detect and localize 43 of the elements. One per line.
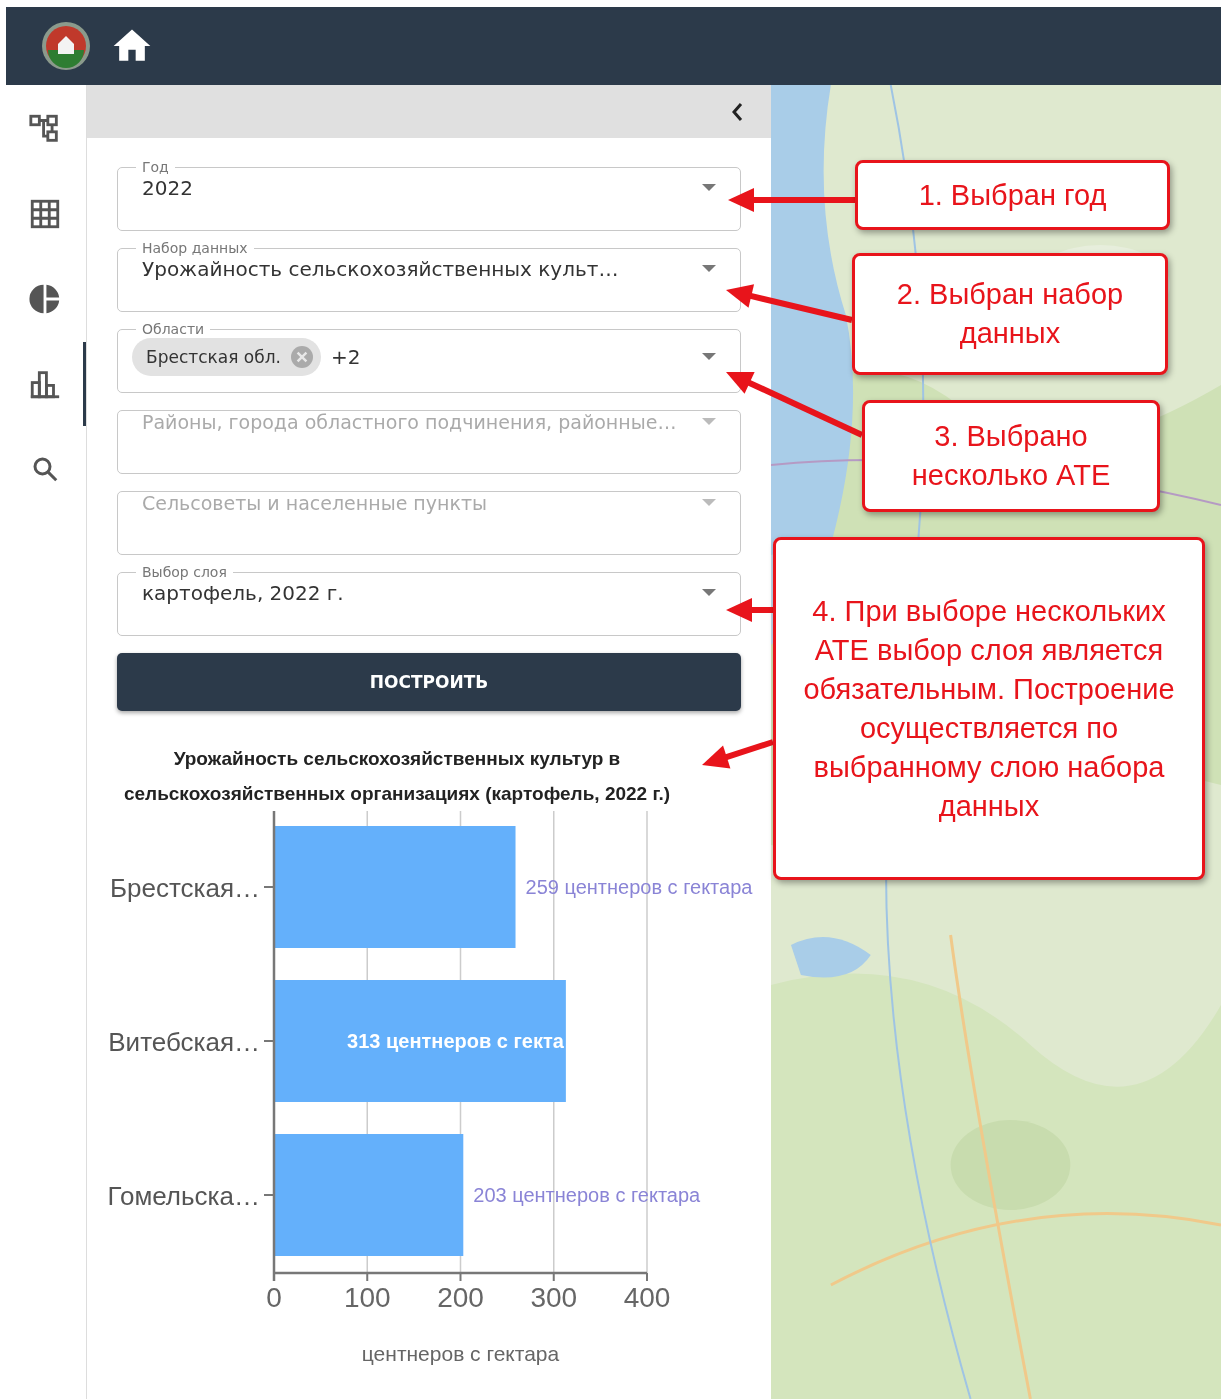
- tick-label: 100: [343, 1282, 391, 1313]
- tick-label: 300: [530, 1282, 578, 1313]
- tick-label: 200: [437, 1282, 484, 1313]
- region-chip[interactable]: Брестская обл.: [132, 338, 321, 376]
- field-value: Урожайность сельскохозяйственных культ…: [142, 257, 619, 281]
- tick-label: 0: [266, 1282, 282, 1313]
- select-field[interactable]: Выбор слоя картофель, 2022 г.: [117, 563, 741, 636]
- tick-label: 400: [623, 1282, 671, 1313]
- field-value: 2022: [142, 176, 193, 200]
- callout: 2. Выбран набор данных: [852, 253, 1168, 375]
- build-button[interactable]: ПОСТРОИТЬ: [117, 653, 741, 711]
- field-placeholder: Сельсоветы и населенные пункты: [142, 492, 487, 514]
- value-label: 313 центнеров с гекта: [347, 1030, 564, 1052]
- select-field[interactable]: Области Брестская обл. +2: [117, 320, 741, 393]
- collapse-icon[interactable]: [731, 101, 743, 122]
- dropdown-caret-icon: [702, 265, 716, 273]
- field-label: Области: [141, 320, 206, 338]
- value-label: 203 центнеров с гектара: [473, 1184, 701, 1206]
- arrow: [726, 598, 773, 622]
- field-placeholder: Районы, города областного подчинения, районные…: [142, 411, 677, 433]
- dropdown-caret-icon: [702, 353, 716, 361]
- field-label: Выбор слоя: [141, 563, 228, 581]
- dropdown-caret-icon: [702, 499, 716, 507]
- callout: 3. Выбрано несколько АТЕ: [862, 400, 1160, 512]
- chart-title: Урожайность сельскохозяйственных культур в сельскохозяйственных организациях (картофель, 2022 г.): [122, 747, 672, 806]
- field-label: Год: [141, 158, 170, 176]
- category-label: Гомельска…: [107, 1181, 260, 1211]
- more-count: +2: [331, 345, 361, 369]
- select-field[interactable]: Набор данных Урожайность сельскохозяйственных культ…: [117, 239, 741, 312]
- pie-chart-icon: [27, 282, 62, 316]
- dropdown-caret-icon: [702, 589, 716, 597]
- field-value: картофель, 2022 г.: [142, 581, 344, 605]
- callout: 4. При выборе нескольких АТЕ выбор слоя является обязательным. Построение осуществляется по выбранному слою набора данных: [773, 537, 1205, 880]
- arrow: [702, 739, 774, 769]
- value-label: 259 центнеров с гектара: [525, 876, 753, 898]
- axis-title: центнеров с гектара: [361, 1342, 560, 1365]
- category-label: Брестская…: [109, 873, 260, 903]
- category-label: Витебская…: [108, 1027, 260, 1057]
- dropdown-caret-icon: [702, 184, 716, 192]
- field-label: Набор данных: [141, 239, 249, 257]
- logo-icon[interactable]: [40, 20, 92, 72]
- callout: 1. Выбран год: [855, 160, 1170, 230]
- dropdown-caret-icon: [702, 418, 716, 426]
